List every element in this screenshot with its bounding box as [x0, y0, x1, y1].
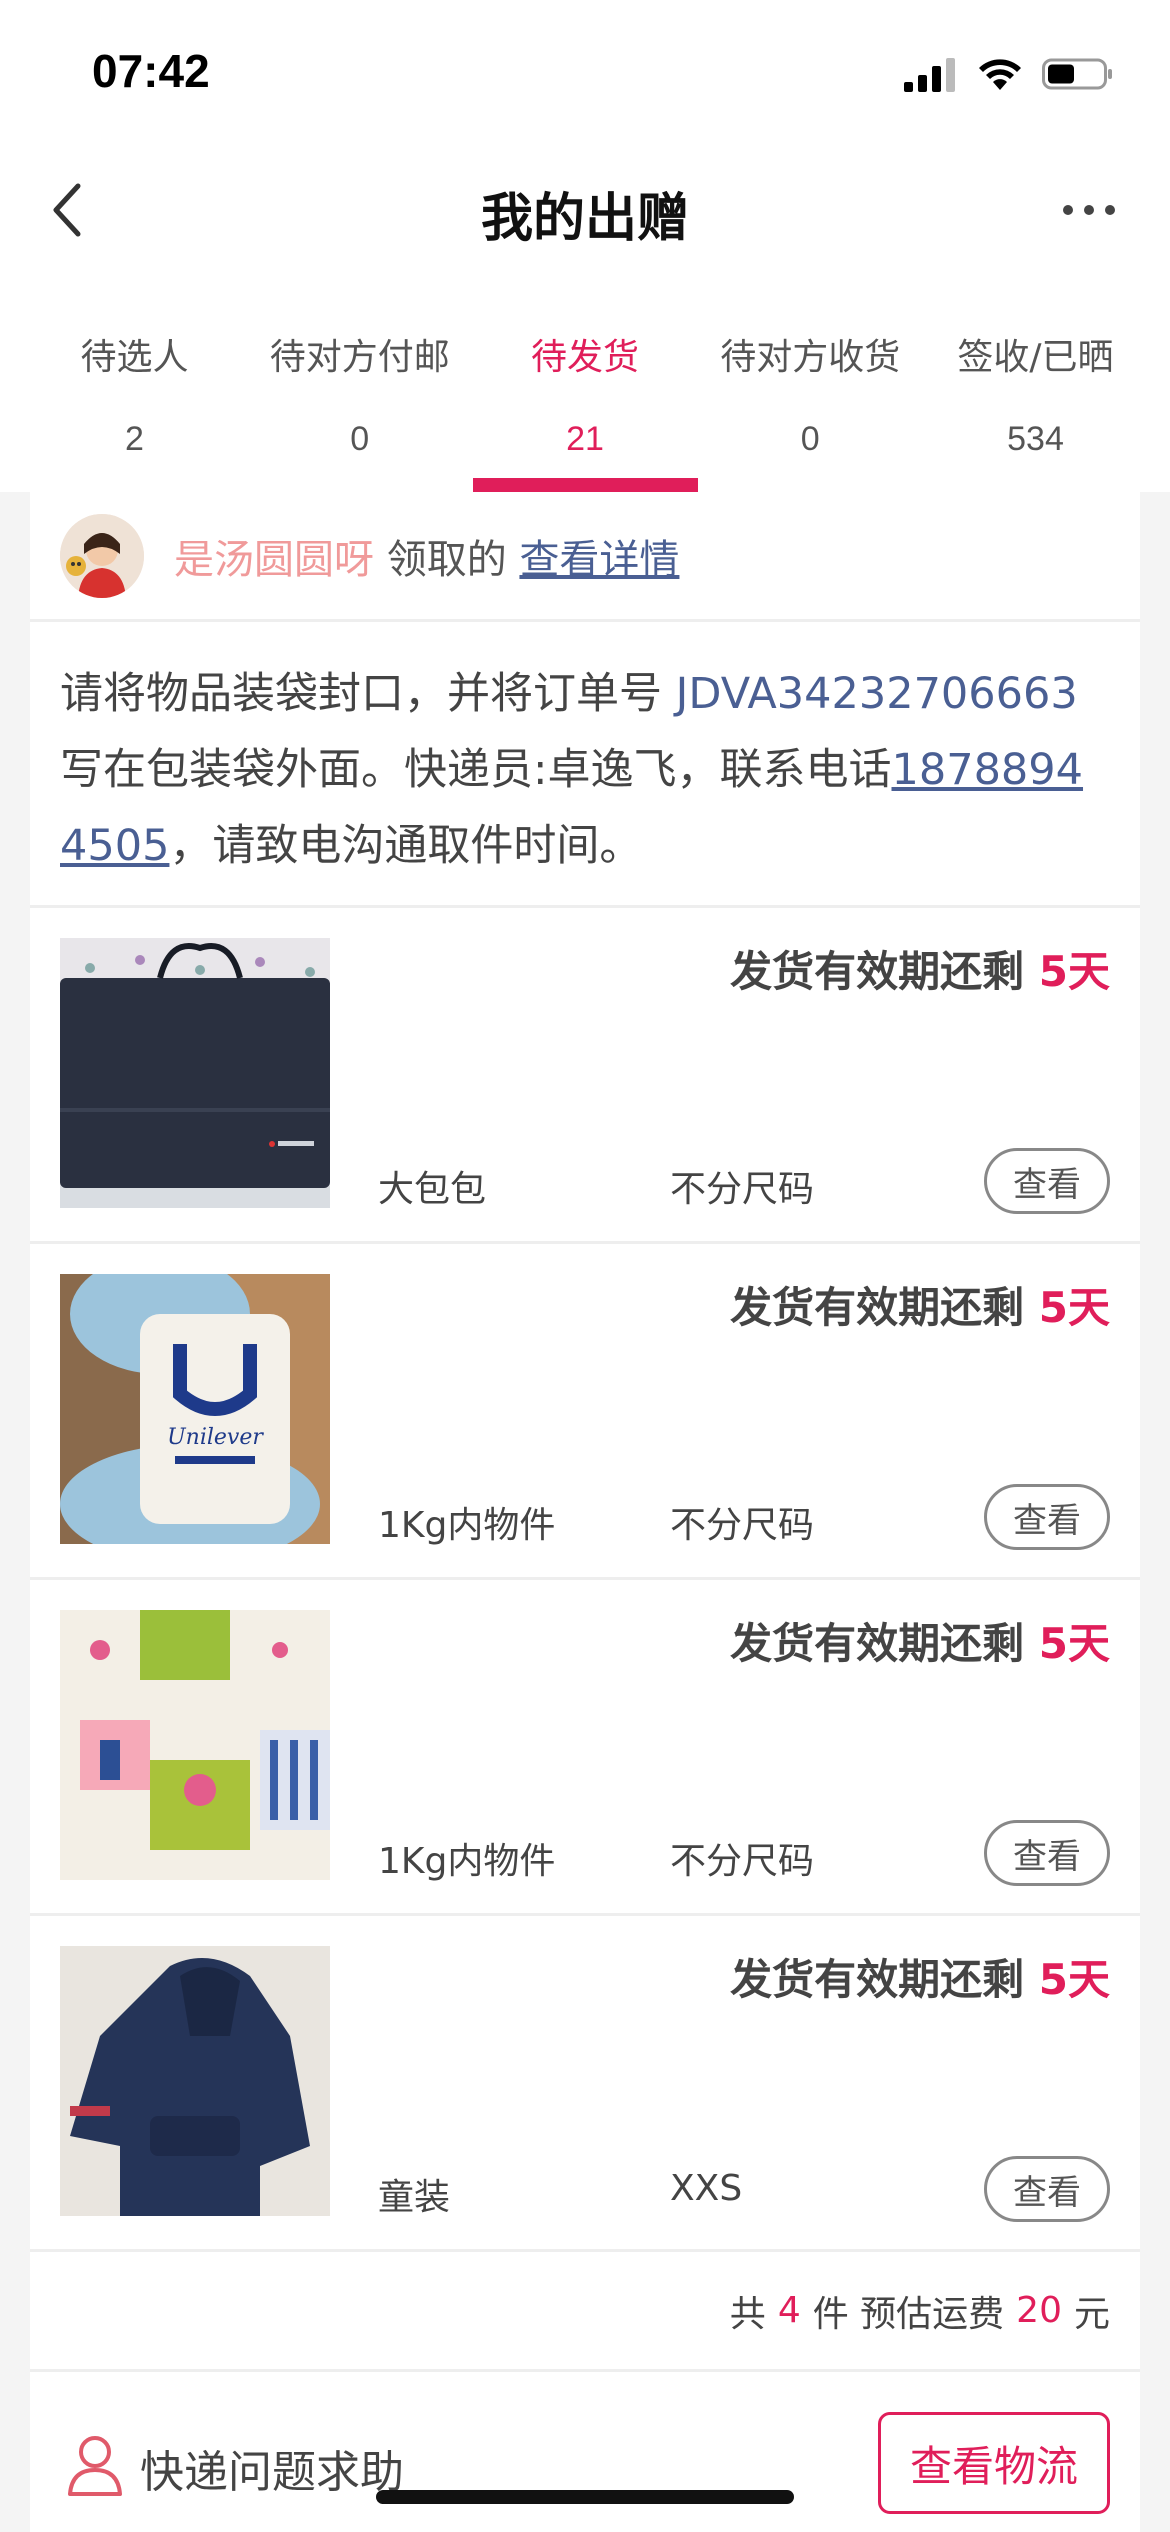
list-item: 发货有效期还剩 5天 童装 XXS 查看 — [30, 1916, 1140, 2252]
notice-suffix: ，请致电沟通取件时间。 — [169, 821, 643, 871]
item-thumbnail[interactable] — [60, 1610, 330, 1880]
view-button[interactable]: 查看 — [984, 1484, 1110, 1550]
view-button[interactable]: 查看 — [984, 1820, 1110, 1886]
days-remaining: 5天 — [1038, 1619, 1110, 1668]
tab-pending-select[interactable]: 待选人 2 — [22, 270, 247, 492]
days-remaining: 5天 — [1038, 1955, 1110, 2004]
view-logistics-button[interactable]: 查看物流 — [878, 2412, 1110, 2514]
order-number: JDVA34232706663 — [675, 669, 1078, 719]
order-card: 是汤圆圆呀 领取的 查看详情 请将物品装袋封口，并将订单号 JDVA342327… — [30, 492, 1140, 2532]
item-name: 童装 — [378, 2177, 451, 2218]
shipping-fee: 20 — [1016, 2290, 1062, 2331]
ship-deadline: 发货有效期还剩 5天 — [730, 1946, 1110, 2007]
days-remaining: 5天 — [1038, 1283, 1110, 1332]
status-tabs: 待选人 2 待对方付邮 0 待发货 21 待对方收货 0 签收/已晒 534 — [0, 270, 1170, 492]
tab-count: 0 — [350, 420, 370, 458]
deadline-label: 发货有效期还剩 — [730, 1619, 1039, 1668]
days-remaining: 5天 — [1038, 947, 1110, 996]
tab-pending-receipt[interactable]: 待对方收货 0 — [698, 270, 923, 492]
tab-label: 待对方付邮 — [269, 337, 450, 378]
receiver-row: 是汤圆圆呀 领取的 查看详情 — [30, 492, 1140, 622]
wifi-icon — [979, 59, 1021, 90]
tab-count: 21 — [566, 420, 604, 458]
home-indicator[interactable] — [376, 2490, 794, 2504]
more-dots-icon — [1063, 205, 1115, 215]
item-name: 1Kg内物件 — [378, 1505, 556, 1546]
notice-prefix: 请将物品装袋封口，并将订单号 — [60, 669, 676, 719]
view-button[interactable]: 查看 — [984, 1148, 1110, 1214]
nav-bar: 我的出赠 — [0, 150, 1170, 270]
receiver-name[interactable]: 是汤圆圆呀 — [174, 537, 374, 583]
towel-image: Unilever — [60, 1274, 330, 1544]
hoodie-image — [60, 1946, 330, 2216]
status-time: 07:42 — [92, 45, 210, 97]
summary-middle: 件 预估运费 — [812, 2293, 1005, 2335]
ship-deadline: 发货有效期还剩 5天 — [730, 1610, 1110, 1671]
view-details-link[interactable]: 查看详情 — [519, 537, 679, 583]
item-size: 不分尺码 — [670, 1841, 815, 1882]
person-icon[interactable] — [66, 2434, 124, 2496]
receiver-text: 是汤圆圆呀 领取的 查看详情 — [174, 527, 679, 585]
tab-label: 待选人 — [80, 337, 189, 378]
item-size: 不分尺码 — [670, 1505, 815, 1546]
tab-pending-shipment[interactable]: 待发货 21 — [472, 270, 698, 492]
battery-icon — [1042, 58, 1112, 90]
status-icons — [904, 52, 1114, 96]
courier-help-link[interactable]: 快递问题求助 — [140, 2436, 404, 2500]
tab-count: 0 — [800, 420, 820, 458]
view-button[interactable]: 查看 — [984, 2156, 1110, 2222]
item-thumbnail[interactable] — [60, 1946, 330, 2216]
ship-deadline: 发货有效期还剩 5天 — [730, 938, 1110, 999]
status-bar: 07:42 — [0, 0, 1170, 150]
avatar[interactable] — [60, 513, 144, 598]
item-count: 4 — [777, 2290, 801, 2331]
ship-deadline: 发货有效期还剩 5天 — [730, 1274, 1110, 1335]
summary-prefix: 共 — [729, 2293, 766, 2335]
list-item: 发货有效期还剩 5天 大包包 不分尺码 查看 — [30, 908, 1140, 1244]
deadline-label: 发货有效期还剩 — [730, 1283, 1039, 1332]
tab-count: 2 — [125, 420, 144, 458]
list-item: Unilever 发货有效期还剩 5天 1Kg内物件 不分尺码 查看 — [30, 1244, 1140, 1580]
deadline-label: 发货有效期还剩 — [730, 1955, 1039, 2004]
page-title: 我的出赠 — [480, 189, 689, 249]
signal-icon — [904, 58, 955, 92]
item-size: XXS — [670, 2168, 743, 2209]
shipping-notice: 请将物品装袋封口，并将订单号 JDVA34232706663 写在包装袋外面。快… — [30, 622, 1140, 908]
item-thumbnail[interactable]: Unilever — [60, 1274, 330, 1544]
help-row: 快递问题求助 查看物流 — [30, 2372, 1140, 2532]
item-name: 大包包 — [378, 1169, 487, 1210]
receiver-action: 领取的 — [374, 536, 520, 583]
deadline-label: 发货有效期还剩 — [730, 947, 1039, 996]
list-item: 发货有效期还剩 5天 1Kg内物件 不分尺码 查看 — [30, 1580, 1140, 1916]
active-tab-indicator — [472, 478, 698, 492]
tab-received-shared[interactable]: 签收/已晒 534 — [923, 270, 1148, 492]
item-size: 不分尺码 — [670, 1169, 815, 1210]
more-button[interactable] — [1044, 170, 1134, 250]
order-summary: 共4 件 预估运费 20 元 — [30, 2252, 1140, 2372]
tab-label: 签收/已晒 — [957, 337, 1114, 378]
summary-suffix: 元 — [1073, 2293, 1110, 2335]
notice-middle: 写在包装袋外面。快递员:卓逸飞，联系电话 — [60, 745, 892, 795]
tab-count: 534 — [1007, 420, 1064, 458]
item-name: 1Kg内物件 — [378, 1841, 556, 1882]
avatar-image — [60, 513, 144, 598]
fabric-image — [60, 1610, 330, 1880]
tab-pending-postage[interactable]: 待对方付邮 0 — [247, 270, 472, 492]
tab-label: 待发货 — [530, 337, 639, 378]
tab-label: 待对方收货 — [720, 337, 901, 378]
item-thumbnail[interactable] — [60, 938, 330, 1208]
svg-text:Unilever: Unilever — [167, 1425, 264, 1450]
bag-image — [60, 938, 330, 1208]
